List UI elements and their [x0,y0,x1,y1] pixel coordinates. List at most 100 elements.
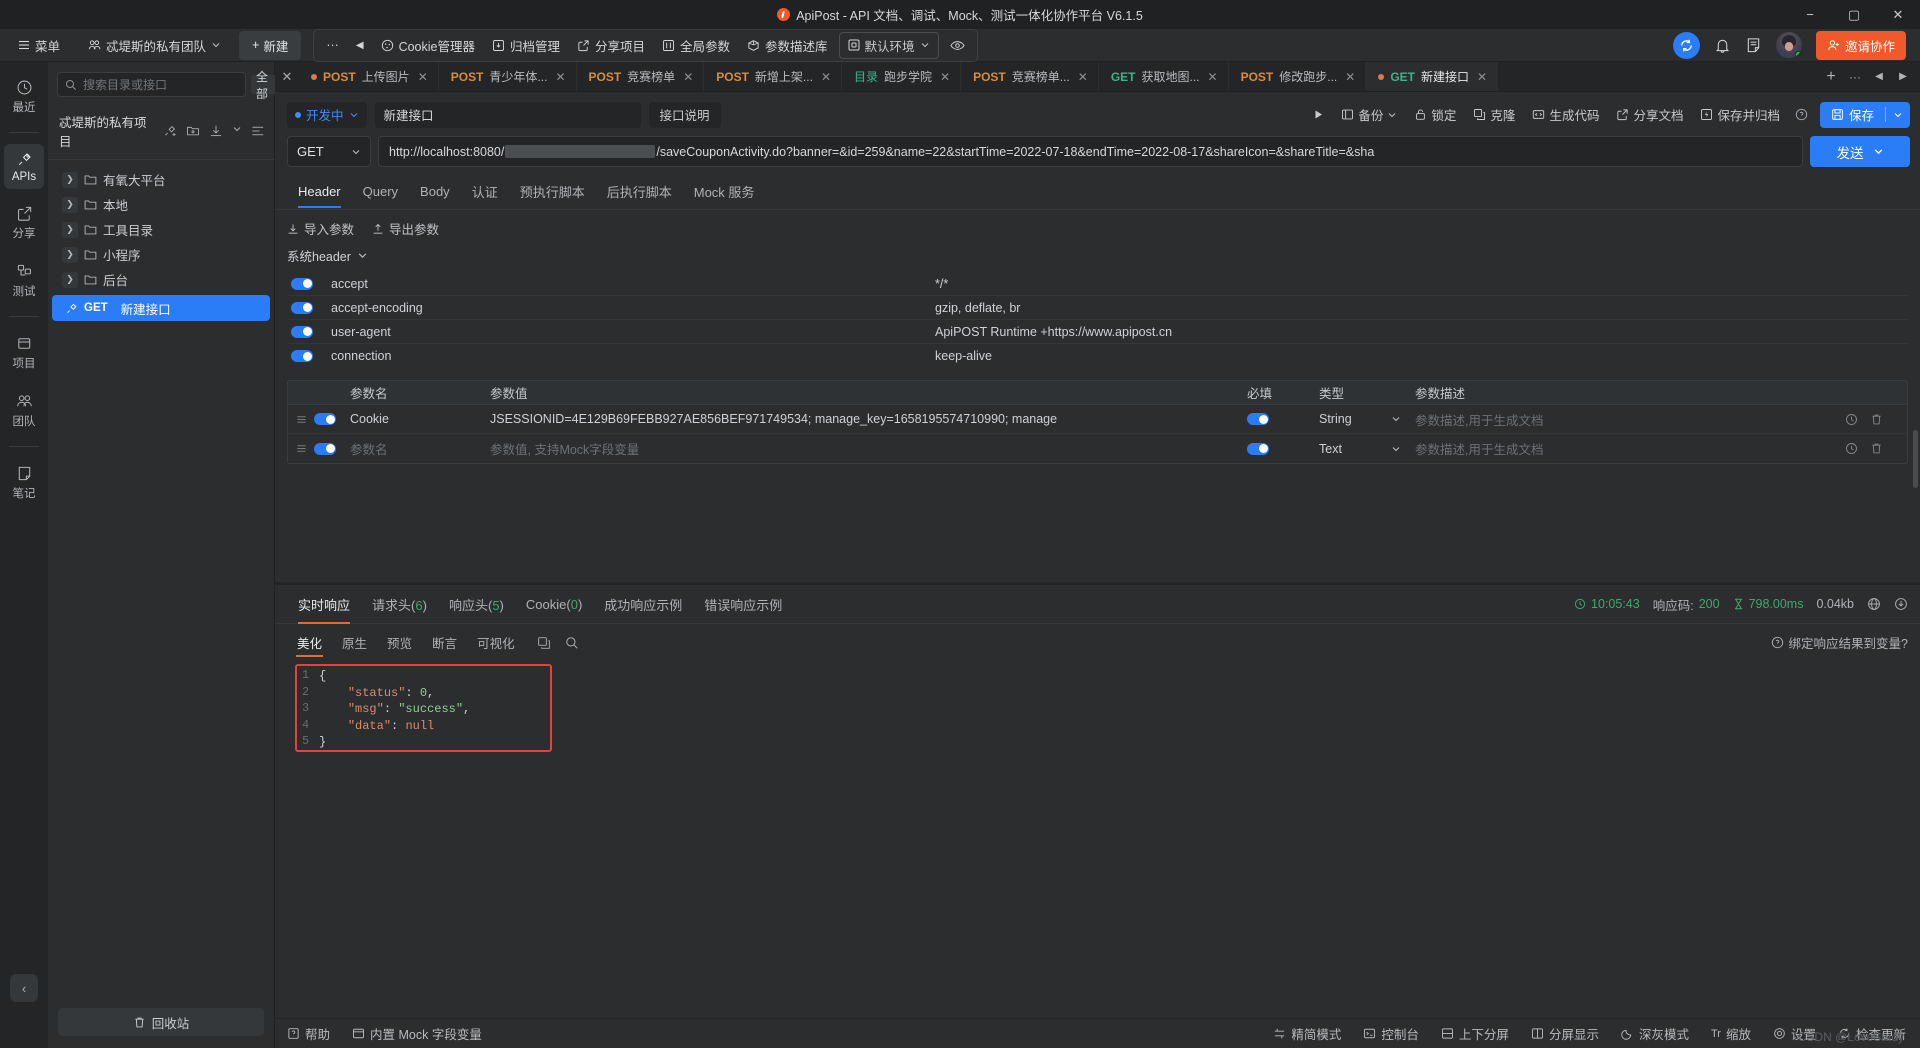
download-icon[interactable] [1894,597,1908,611]
back-button[interactable]: ◀ [348,36,372,55]
split-vertical-button[interactable]: 上下分屏 [1441,1024,1509,1043]
tab-contest-list-2[interactable]: POST 竞赛榜单... ✕ [961,62,1099,91]
param-value[interactable]: 参数值, 支持Mock字段变量 [490,439,1247,458]
header-toggle[interactable] [287,325,327,338]
add-tab-button[interactable]: + [1820,66,1842,88]
import-params-button[interactable]: 导入参数 [287,219,354,238]
json-body[interactable]: { "status": 0, "msg": "success", "data":… [309,666,470,1018]
response-tab-realtime[interactable]: 实时响应 [287,585,361,624]
drag-handle[interactable] [288,443,314,454]
chevron-right-icon[interactable]: ❯ [62,246,78,263]
tab-close-icon[interactable]: ✕ [683,70,693,84]
tab-youth[interactable]: POST 青少年体... ✕ [439,62,577,91]
tab-more-button[interactable]: ··· [1844,66,1866,88]
close-button[interactable]: ✕ [1876,0,1920,29]
rail-item-team[interactable]: 团队 [4,386,44,435]
history-icon[interactable] [1845,413,1858,426]
save-button[interactable]: 保存 [1819,101,1910,128]
collapse-sidebar-button[interactable]: ‹ [10,974,38,1002]
toggle-switch[interactable] [314,442,336,455]
save-archive-button[interactable]: 保存并归档 [1693,101,1787,128]
tab-close-icon[interactable]: ✕ [1345,70,1355,84]
chevron-right-icon[interactable]: ❯ [62,271,78,288]
more-button[interactable]: ··· [318,34,347,56]
tab-prev-button[interactable]: ◀ [1868,66,1890,88]
history-icon[interactable] [1845,442,1858,455]
delete-icon[interactable] [1870,413,1883,426]
api-status-selector[interactable]: 开发中 [287,101,367,128]
tab-close-icon[interactable]: ✕ [1078,70,1088,84]
request-tab-post-script[interactable]: 后执行脚本 [596,175,683,209]
tab-upload-image[interactable]: POST 上传图片 ✕ [299,62,439,91]
share-project-button[interactable]: 分享项目 [569,32,653,59]
tab-contest-list[interactable]: POST 竞赛榜单 ✕ [577,62,705,91]
request-scrollbar[interactable] [1913,430,1918,488]
rail-item-test[interactable]: 测试 [4,256,44,305]
search-box[interactable] [57,72,246,97]
tab-close-icon[interactable]: ✕ [1477,70,1487,84]
environment-selector[interactable]: 默认环境 [838,31,939,59]
new-button[interactable]: + 新建 [239,30,302,60]
tab-next-button[interactable]: ▶ [1892,66,1914,88]
param-name[interactable]: 参数名 [350,439,490,458]
search-icon[interactable] [565,636,579,650]
send-button[interactable]: 发送 [1810,136,1910,167]
toggle-switch[interactable] [291,301,313,314]
avatar[interactable] [1775,32,1802,58]
compact-mode-button[interactable]: 精简模式 [1273,1024,1341,1043]
mock-variables-button[interactable]: 内置 Mock 字段变量 [352,1024,482,1043]
rail-item-recent[interactable]: 最近 [4,72,44,121]
http-method-select[interactable]: GET [287,136,371,167]
param-enable-toggle[interactable] [314,413,350,425]
clone-button[interactable]: 克隆 [1466,101,1522,128]
chevron-right-icon[interactable]: ❯ [62,221,78,238]
bind-response-var[interactable]: 绑定响应结果到变量? [1771,633,1908,652]
request-tab-pre-script[interactable]: 预执行脚本 [509,175,596,209]
tab-modify-running[interactable]: POST 修改跑步... ✕ [1229,62,1367,91]
minimize-button[interactable]: − [1788,0,1832,29]
import-icon[interactable] [209,124,223,138]
tree-folder-miniprogram[interactable]: ❯ 小程序 [52,242,270,267]
system-header-toggle[interactable]: 系统header [275,244,1920,269]
tree-folder-youyang[interactable]: ❯ 有氧大平台 [52,167,270,192]
url-input[interactable]: http://localhost:8080/ /saveCouponActivit… [378,136,1803,167]
response-subtab-raw[interactable]: 原生 [332,628,377,657]
copy-icon[interactable] [537,636,551,650]
tree-folder-local[interactable]: ❯ 本地 [52,192,270,217]
response-tab-request-headers[interactable]: 请求头(6) [361,585,438,623]
param-description[interactable]: 参数描述,用于生成文档 [1415,410,1845,429]
tree-folder-tools[interactable]: ❯ 工具目录 [52,217,270,242]
search-input[interactable] [83,77,238,92]
maximize-button[interactable]: ▢ [1832,0,1876,29]
rail-item-project[interactable]: 项目 [4,328,44,377]
response-tab-response-headers[interactable]: 响应头(5) [438,585,515,623]
param-library-button[interactable]: 参数描述库 [739,32,836,59]
delete-icon[interactable] [1870,442,1883,455]
list-options-icon[interactable] [251,124,265,138]
tab-close-icon[interactable]: ✕ [555,70,565,84]
note-icon[interactable] [1745,37,1762,54]
toggle-switch[interactable] [314,413,336,425]
chevron-down-icon[interactable] [232,124,242,134]
dark-mode-button[interactable]: 深灰模式 [1621,1024,1689,1043]
invite-collaborate-button[interactable]: 邀请协作 [1815,30,1906,60]
add-folder-icon[interactable] [186,124,200,138]
backup-button[interactable]: 备份 [1334,101,1404,128]
param-enable-toggle[interactable] [314,442,350,455]
toggle-switch[interactable] [291,277,313,290]
response-tab-cookie[interactable]: Cookie(0) [515,587,593,621]
tab-get-map[interactable]: GET 获取地图... ✕ [1099,62,1229,91]
response-tab-success-example[interactable]: 成功响应示例 [593,585,693,623]
header-toggle[interactable] [287,350,327,362]
globe-icon[interactable] [1867,597,1881,611]
save-dropdown-button[interactable] [1886,110,1910,120]
param-description[interactable]: 参数描述,用于生成文档 [1415,439,1845,458]
response-tab-error-example[interactable]: 错误响应示例 [693,585,793,623]
sync-button[interactable] [1672,31,1700,59]
response-subtab-visualize[interactable]: 可视化 [467,628,525,657]
tab-add-shelf[interactable]: POST 新增上架... ✕ [704,62,842,91]
tab-close-icon[interactable]: ✕ [940,70,950,84]
tab-close-icon[interactable]: ✕ [821,70,831,84]
recycle-bin-button[interactable]: 回收站 [58,1008,264,1036]
rail-item-note[interactable]: 笔记 [4,458,44,507]
